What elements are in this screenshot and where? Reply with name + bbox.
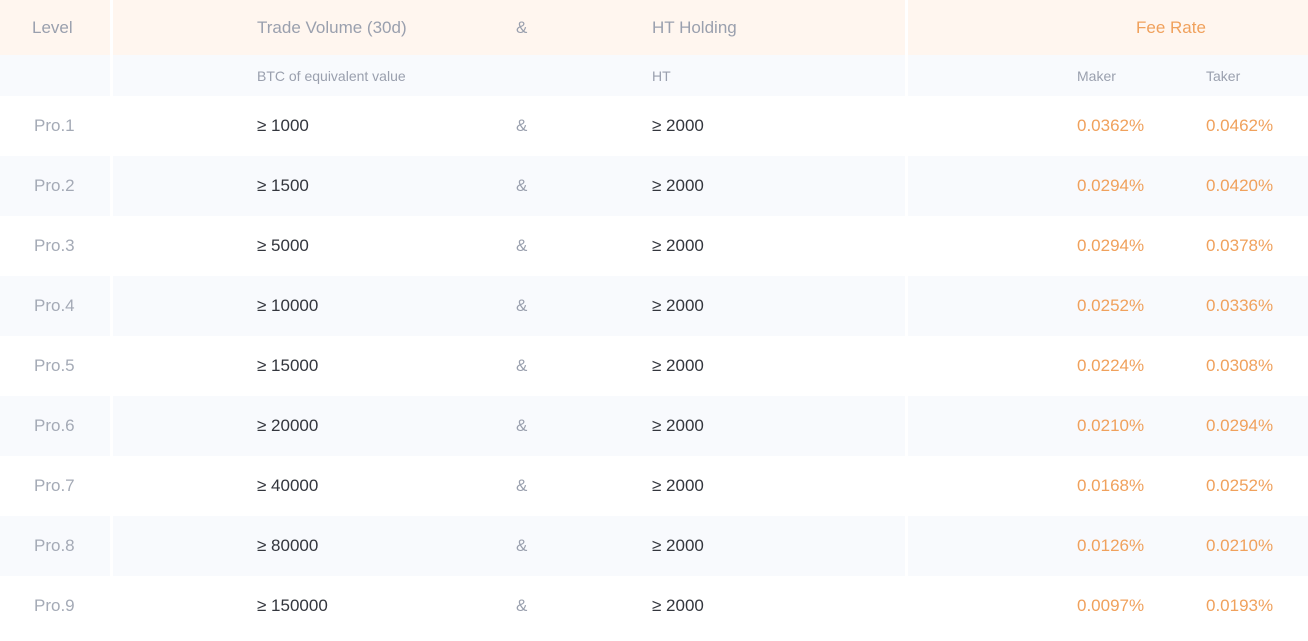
row-mid-bg (113, 576, 905, 636)
table-subheader-row: BTC of equivalent value HT Maker Taker (0, 55, 1308, 96)
table-row: Pro.9 ≥ 150000 & ≥ 2000 0.0097% 0.0193% (0, 576, 1308, 636)
fee-rate-table: Level Trade Volume (30d) & HT Holding Fe… (0, 0, 1308, 641)
table-row: Pro.7 ≥ 40000 & ≥ 2000 0.0168% 0.0252% (0, 456, 1308, 516)
subheader-volume-unit: BTC of equivalent value (257, 67, 406, 84)
row-taker-fee: 0.0252% (1206, 476, 1274, 495)
row-maker-fee: 0.0294% (1077, 236, 1145, 255)
header-ht-holding: HT Holding (652, 17, 737, 37)
header-fee-bg (908, 0, 1308, 55)
row-volume: ≥ 10000 (257, 296, 319, 315)
row-and: & (516, 536, 528, 555)
table-header-row: Level Trade Volume (30d) & HT Holding Fe… (0, 0, 1308, 55)
row-mid-bg (113, 396, 905, 456)
row-and: & (516, 296, 528, 315)
row-taker-fee: 0.0193% (1206, 596, 1274, 615)
row-ht: ≥ 2000 (652, 416, 704, 435)
row-volume: ≥ 1000 (257, 116, 309, 135)
row-level: Pro.3 (34, 236, 75, 255)
row-maker-fee: 0.0252% (1077, 296, 1145, 315)
row-taker-fee: 0.0378% (1206, 236, 1274, 255)
row-taker-fee: 0.0462% (1206, 116, 1274, 135)
row-and: & (516, 356, 528, 375)
row-mid-bg (113, 96, 905, 156)
row-volume: ≥ 15000 (257, 356, 319, 375)
row-and: & (516, 176, 528, 195)
header-trade-volume: Trade Volume (30d) (257, 17, 407, 37)
row-mid-bg (113, 456, 905, 516)
row-volume: ≥ 5000 (257, 236, 309, 255)
row-volume: ≥ 150000 (257, 596, 328, 615)
row-level: Pro.7 (34, 476, 75, 495)
row-level: Pro.9 (34, 596, 75, 615)
row-volume: ≥ 80000 (257, 536, 319, 555)
row-maker-fee: 0.0168% (1077, 476, 1145, 495)
row-mid-bg (113, 216, 905, 276)
subheader-maker: Maker (1077, 67, 1116, 84)
table-row: Pro.1 ≥ 1000 & ≥ 2000 0.0362% 0.0462% (0, 96, 1308, 156)
row-maker-fee: 0.0362% (1077, 116, 1145, 135)
table-row: Pro.6 ≥ 20000 & ≥ 2000 0.0210% 0.0294% (0, 396, 1308, 456)
row-taker-fee: 0.0336% (1206, 296, 1274, 315)
row-level: Pro.6 (34, 416, 75, 435)
table-row: Pro.4 ≥ 10000 & ≥ 2000 0.0252% 0.0336% (0, 276, 1308, 336)
header-level: Level (32, 17, 73, 37)
row-maker-fee: 0.0294% (1077, 176, 1145, 195)
row-maker-fee: 0.0126% (1077, 536, 1145, 555)
table-row: Pro.8 ≥ 80000 & ≥ 2000 0.0126% 0.0210% (0, 516, 1308, 576)
header-fee-rate: Fee Rate (1136, 17, 1206, 37)
row-level: Pro.5 (34, 356, 75, 375)
header-mid-bg (113, 0, 905, 55)
subheader-taker: Taker (1206, 67, 1241, 84)
row-mid-bg (113, 336, 905, 396)
row-level: Pro.2 (34, 176, 75, 195)
row-mid-bg (113, 156, 905, 216)
row-taker-fee: 0.0308% (1206, 356, 1274, 375)
row-ht: ≥ 2000 (652, 476, 704, 495)
subheader-mid-bg (113, 55, 905, 96)
row-ht: ≥ 2000 (652, 296, 704, 315)
table-row: Pro.5 ≥ 15000 & ≥ 2000 0.0224% 0.0308% (0, 336, 1308, 396)
row-ht: ≥ 2000 (652, 356, 704, 375)
row-maker-fee: 0.0210% (1077, 416, 1145, 435)
row-level: Pro.1 (34, 116, 75, 135)
row-ht: ≥ 2000 (652, 536, 704, 555)
row-level: Pro.4 (34, 296, 75, 315)
table-row: Pro.3 ≥ 5000 & ≥ 2000 0.0294% 0.0378% (0, 216, 1308, 276)
row-level: Pro.8 (34, 536, 75, 555)
row-and: & (516, 596, 528, 615)
table-row: Pro.2 ≥ 1500 & ≥ 2000 0.0294% 0.0420% (0, 156, 1308, 216)
row-and: & (516, 476, 528, 495)
row-ht: ≥ 2000 (652, 236, 704, 255)
row-ht: ≥ 2000 (652, 596, 704, 615)
row-mid-bg (113, 516, 905, 576)
row-maker-fee: 0.0224% (1077, 356, 1145, 375)
row-and: & (516, 416, 528, 435)
row-volume: ≥ 20000 (257, 416, 319, 435)
subheader-level-bg (0, 55, 110, 96)
row-mid-bg (113, 276, 905, 336)
row-volume: ≥ 40000 (257, 476, 319, 495)
row-ht: ≥ 2000 (652, 176, 704, 195)
subheader-ht-unit: HT (652, 67, 671, 84)
row-and: & (516, 116, 528, 135)
row-ht: ≥ 2000 (652, 116, 704, 135)
row-volume: ≥ 1500 (257, 176, 309, 195)
row-taker-fee: 0.0210% (1206, 536, 1274, 555)
row-taker-fee: 0.0294% (1206, 416, 1274, 435)
header-and: & (516, 17, 528, 37)
row-taker-fee: 0.0420% (1206, 176, 1274, 195)
row-maker-fee: 0.0097% (1077, 596, 1145, 615)
row-and: & (516, 236, 528, 255)
